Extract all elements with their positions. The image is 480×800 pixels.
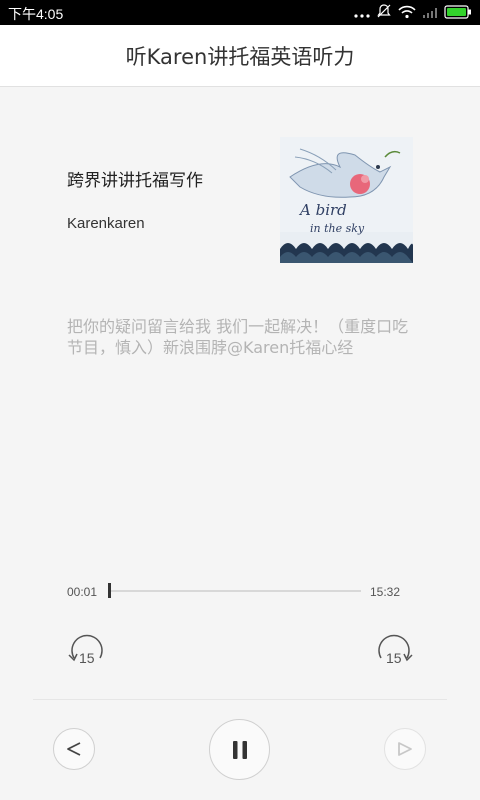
forward-15-button[interactable]: 15 xyxy=(375,634,415,668)
previous-button[interactable] xyxy=(53,728,95,770)
app-header: 听Karen讲托福英语听力 xyxy=(0,25,480,87)
previous-icon xyxy=(67,742,81,756)
signal-icon xyxy=(422,4,438,23)
cover-art-text-line1: A bird xyxy=(298,201,347,219)
rewind-label: 15 xyxy=(79,650,95,666)
progress-thumb[interactable] xyxy=(108,583,111,598)
status-icons xyxy=(354,3,472,23)
total-time: 15:32 xyxy=(370,585,401,599)
episode-author: Karenkaren xyxy=(67,215,145,232)
cover-art-text-line2: in the sky xyxy=(310,222,365,235)
status-bar: 下午4:05 xyxy=(0,0,480,25)
cover-art-image: A bird in the sky xyxy=(280,137,413,263)
divider xyxy=(33,699,447,700)
episode-description: 把你的疑问留言给我 我们一起解决！（重度口吃节目，慎入）新浪围脖@Karen托福… xyxy=(67,317,409,357)
pause-button[interactable] xyxy=(209,719,270,780)
wifi-icon xyxy=(398,4,416,23)
page-title: 听Karen讲托福英语听力 xyxy=(125,45,355,69)
rewind-15-button[interactable]: 15 xyxy=(66,634,106,668)
status-time: 下午4:05 xyxy=(8,6,64,22)
progress-track[interactable] xyxy=(109,590,361,592)
next-icon xyxy=(398,742,412,756)
episode-title: 跨界讲讲托福写作 xyxy=(67,171,203,191)
current-time: 00:01 xyxy=(67,585,98,599)
next-button[interactable] xyxy=(384,728,426,770)
pause-icon xyxy=(232,740,247,759)
more-dots-icon xyxy=(354,4,370,23)
battery-icon xyxy=(444,4,472,23)
notifications-off-icon xyxy=(376,3,392,23)
forward-label: 15 xyxy=(386,650,402,666)
